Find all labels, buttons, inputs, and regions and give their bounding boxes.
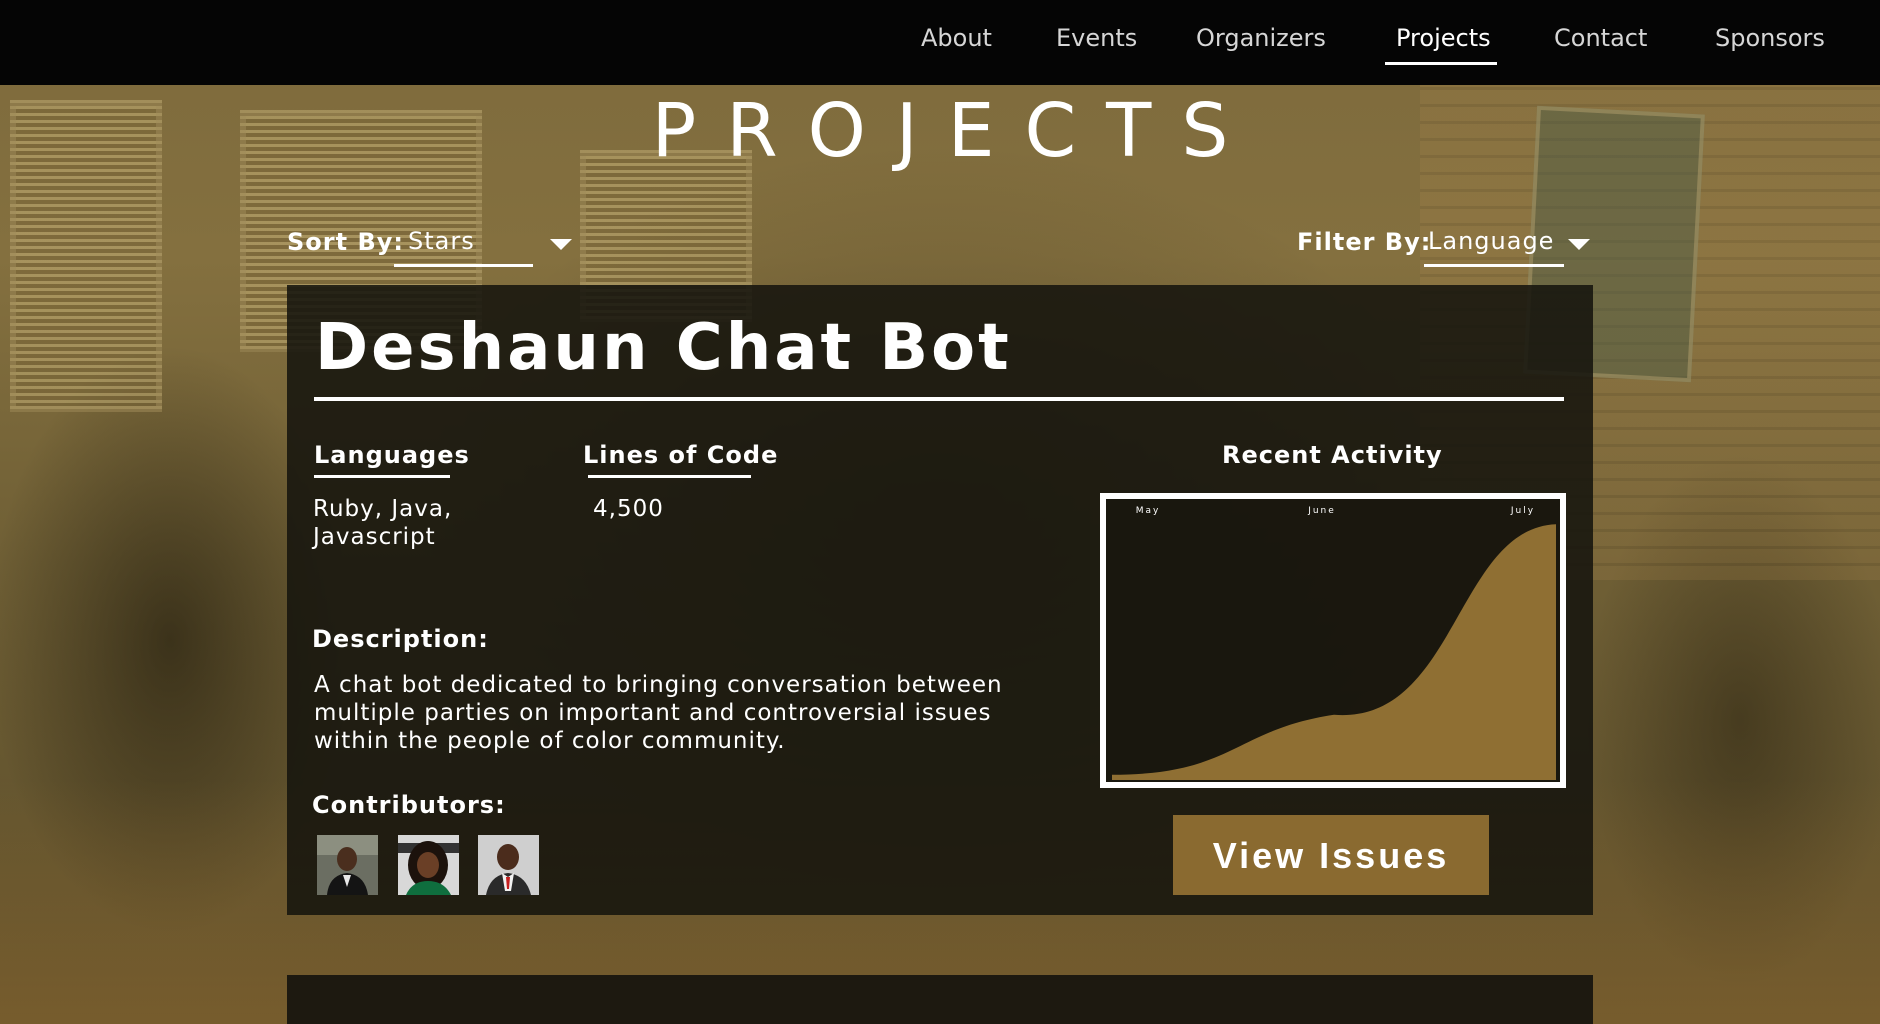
contributor-avatar[interactable] bbox=[398, 835, 459, 895]
sort-label: Sort By: bbox=[287, 228, 404, 256]
filter-label: Filter By: bbox=[1297, 228, 1432, 256]
chart-x-tick-label: May bbox=[1136, 506, 1161, 516]
nav-contact[interactable]: Contact bbox=[1554, 24, 1647, 52]
loc-label: Lines of Code bbox=[583, 441, 779, 469]
loc-value: 4,500 bbox=[593, 496, 664, 522]
description-text: A chat bot dedicated to bringing convers… bbox=[314, 671, 1003, 755]
activity-area-series bbox=[1112, 524, 1556, 780]
nav-organizers[interactable]: Organizers bbox=[1196, 24, 1326, 52]
project-card-next bbox=[287, 975, 1593, 1024]
description-label: Description: bbox=[312, 625, 489, 653]
nav-sponsors[interactable]: Sponsors bbox=[1715, 24, 1825, 52]
contributors-label: Contributors: bbox=[312, 791, 506, 819]
sort-value: Stars bbox=[408, 227, 475, 255]
avatar-photo-2-icon bbox=[398, 835, 459, 895]
languages-label: Languages bbox=[314, 441, 470, 469]
avatar-photo-3-icon bbox=[478, 835, 539, 895]
chart-x-tick-label: June bbox=[1307, 506, 1336, 516]
languages-underline bbox=[314, 475, 450, 478]
nav-active-underline bbox=[1385, 62, 1497, 65]
contributor-avatar[interactable] bbox=[478, 835, 539, 895]
top-nav: About Events Organizers Projects Contact… bbox=[0, 0, 1880, 85]
title-divider bbox=[314, 397, 1564, 401]
avatar-photo-1-icon bbox=[317, 835, 378, 895]
contributor-avatar[interactable] bbox=[317, 835, 378, 895]
filter-chevron-down-icon[interactable] bbox=[1568, 239, 1590, 250]
project-title: Deshaun Chat Bot bbox=[315, 311, 1012, 385]
recent-activity-chart: May June July bbox=[1100, 493, 1566, 788]
description-line: multiple parties on important and contro… bbox=[314, 700, 992, 726]
description-line: within the people of color community. bbox=[314, 728, 786, 754]
languages-value-line: Javascript bbox=[313, 524, 436, 550]
activity-chart-svg: May June July bbox=[1112, 506, 1556, 780]
page: About Events Organizers Projects Contact… bbox=[0, 0, 1880, 1024]
nav-projects[interactable]: Projects bbox=[1396, 24, 1491, 52]
view-issues-button[interactable]: View Issues bbox=[1173, 815, 1489, 895]
sort-chevron-down-icon[interactable] bbox=[550, 239, 572, 250]
project-card: Deshaun Chat Bot Languages Ruby, Java, J… bbox=[287, 285, 1593, 915]
languages-value: Ruby, Java, Javascript bbox=[313, 495, 452, 551]
filter-value: Language bbox=[1428, 227, 1555, 255]
nav-events[interactable]: Events bbox=[1056, 24, 1137, 52]
sort-select[interactable]: Stars bbox=[394, 226, 533, 267]
filter-select[interactable]: Language bbox=[1424, 226, 1564, 267]
description-line: A chat bot dedicated to bringing convers… bbox=[314, 672, 1003, 698]
recent-activity-label: Recent Activity bbox=[1222, 441, 1443, 469]
loc-underline bbox=[588, 475, 751, 478]
chart-x-tick-label: July bbox=[1510, 506, 1535, 516]
nav-about[interactable]: About bbox=[921, 24, 992, 52]
page-title: PROJECTS bbox=[651, 88, 1259, 174]
languages-value-line: Ruby, Java, bbox=[313, 496, 453, 522]
